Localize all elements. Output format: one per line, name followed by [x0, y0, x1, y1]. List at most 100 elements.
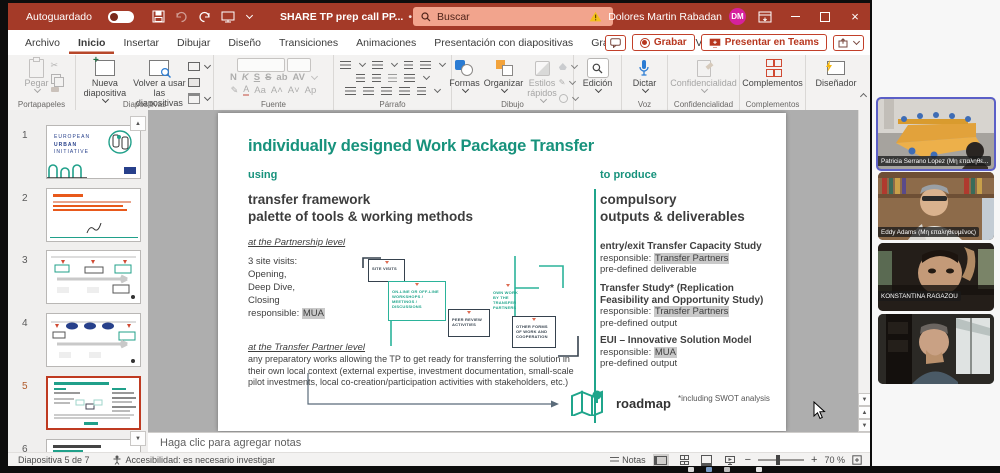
close-button[interactable]: × [840, 3, 870, 30]
cut-icon[interactable]: ✂ [51, 60, 61, 71]
accessibility-status[interactable]: Accesibilidad: es necesario investigar [126, 455, 276, 465]
right-subheading[interactable]: compulsory outputs & deliverables [600, 191, 745, 225]
indent-less-icon[interactable] [356, 74, 365, 82]
tab-inicio[interactable]: Inicio [69, 32, 114, 54]
taskbar-icon[interactable] [688, 467, 694, 472]
underline-button[interactable]: S [254, 71, 260, 84]
line-spacing-icon[interactable] [420, 61, 431, 69]
smartart-icon[interactable] [417, 87, 426, 95]
taskbar-icon[interactable] [756, 467, 762, 472]
slide-thumbnail-5[interactable] [46, 376, 141, 430]
slide-thumbnail-2[interactable] [46, 188, 141, 242]
shapes-button[interactable]: Formas [447, 58, 482, 92]
next-slide-button[interactable]: ▼ [858, 419, 870, 432]
shrink-font-button[interactable]: A˅ [288, 84, 300, 97]
redo-icon[interactable] [198, 11, 211, 23]
present-in-teams-button[interactable]: Presentar en Teams [701, 34, 827, 51]
participant-video-1[interactable]: Patricia Serrano Lopez (Μη επαληθε... [876, 97, 996, 171]
bullets-icon[interactable] [340, 61, 351, 69]
bold-button[interactable]: N [230, 71, 237, 84]
highlight-button[interactable]: ✎ [231, 85, 239, 96]
layout-button[interactable] [188, 60, 210, 73]
editing-button[interactable]: Edición [581, 58, 615, 92]
thumbs-scroll-down-button[interactable]: ▼ [130, 431, 146, 446]
tab-insertar[interactable]: Insertar [114, 32, 168, 54]
diagram-box-other-forms[interactable]: OTHER FORMS OF WORK AND COOPERATION [512, 316, 556, 348]
format-painter-icon[interactable] [51, 87, 59, 92]
diagram-box-site-visits[interactable]: SITE VISITS [368, 259, 405, 282]
using-heading[interactable]: using [248, 169, 277, 181]
font-name-combo[interactable] [237, 58, 285, 72]
tab-presentacion[interactable]: Presentación con diapositivas [425, 32, 582, 54]
paste-button[interactable]: Pegar [22, 58, 50, 92]
minimize-button[interactable] [780, 3, 810, 30]
record-button[interactable]: Grabar [632, 34, 695, 51]
fit-to-window-icon[interactable] [852, 455, 862, 465]
slide-thumbnail-1[interactable]: EUROPEAN URBAN INITIATIVE [46, 125, 141, 179]
change-case-button[interactable]: Aa [254, 84, 266, 97]
partnership-level-heading[interactable]: at the Partnership level [248, 237, 345, 248]
char-spacing-button[interactable]: AV [293, 71, 306, 84]
roadmap-label[interactable]: roadmap [616, 396, 671, 411]
numbering-icon[interactable] [372, 61, 383, 69]
left-subheading[interactable]: transfer framework palette of tools & wo… [248, 191, 473, 225]
taskbar-icon[interactable] [706, 467, 712, 472]
new-slide-button[interactable]: + Nueva diapositiva [79, 58, 131, 102]
deliverable-item-3[interactable]: EUI – Innovative Solution Model responsi… [600, 335, 775, 370]
zoom-slider-thumb[interactable] [776, 455, 780, 465]
account-avatar[interactable]: DM [729, 8, 746, 25]
search-box[interactable]: Buscar [413, 7, 613, 26]
slide-thumbnail-4[interactable] [46, 313, 141, 367]
notes-toggle-button[interactable]: Notas [610, 454, 646, 467]
grow-font-button[interactable]: A˄ [271, 84, 283, 97]
account-name[interactable]: Dolores Martin Rabadan [608, 11, 722, 23]
deliverable-item-1[interactable]: entry/exit Transfer Capacity Study respo… [600, 241, 775, 276]
collapse-ribbon-chevron-icon[interactable] [859, 89, 866, 107]
indent-more-icon[interactable] [404, 61, 413, 69]
zoom-slider[interactable] [758, 459, 804, 461]
shadow-button[interactable]: ab [276, 71, 287, 84]
editor-scrollbar[interactable]: ▼ ▲ ▼ [858, 110, 870, 432]
zoom-in-button[interactable]: + [811, 454, 817, 466]
zoom-level[interactable]: 70 % [824, 455, 845, 465]
align-right-icon[interactable] [381, 87, 392, 95]
align-left-icon[interactable] [345, 87, 356, 95]
comments-button[interactable] [605, 35, 626, 51]
diagram-box-own-work[interactable]: OWN WORK BY THE TRANSFER PARTNERS [490, 283, 526, 311]
start-presentation-icon[interactable] [221, 11, 235, 23]
addins-button[interactable]: Complementos [740, 58, 805, 89]
tab-transiciones[interactable]: Transiciones [270, 32, 347, 54]
italic-button[interactable]: K [242, 71, 249, 84]
slide-sorter-view-button[interactable] [676, 454, 692, 466]
clear-format-button[interactable]: Ap [305, 84, 317, 97]
diagram-box-peer-review[interactable]: PEER REVIEW ACTIVITIES [448, 309, 490, 337]
font-size-combo[interactable] [287, 58, 311, 72]
previous-slide-button[interactable]: ▲ [858, 406, 870, 419]
slide-canvas[interactable]: individually designed Work Package Trans… [218, 113, 786, 431]
slide-title[interactable]: individually designed Work Package Trans… [248, 137, 594, 156]
copy-icon[interactable] [51, 74, 61, 84]
thumbs-scroll-up-button[interactable]: ▲ [130, 116, 146, 131]
reading-view-button[interactable] [699, 454, 715, 466]
slide-thumbnail-3[interactable] [46, 250, 141, 304]
quick-styles-button[interactable]: Estilos rápidos [525, 58, 559, 102]
dictate-button[interactable]: Dictar [631, 58, 659, 92]
taskbar-icon[interactable] [724, 467, 730, 472]
font-color-button[interactable]: A [243, 85, 249, 96]
site-visits-text[interactable]: 3 site visits: Opening, Deep Dive, Closi… [248, 255, 325, 320]
save-icon[interactable] [152, 10, 165, 23]
undo-icon[interactable] [175, 11, 188, 23]
normal-view-button[interactable] [653, 454, 669, 466]
slide-thumbnail-6[interactable] [46, 439, 141, 452]
participant-video-4[interactable] [878, 314, 994, 384]
align-text-icon[interactable] [404, 74, 415, 82]
text-direction-icon[interactable] [388, 74, 397, 82]
restore-button[interactable] [810, 3, 840, 30]
columns-icon[interactable] [372, 74, 381, 82]
arrange-button[interactable]: Organizar [482, 58, 526, 92]
autosave-toggle[interactable] [108, 11, 134, 23]
participant-video-2[interactable]: Eddy Adams (Μη επαληθευμένος) [878, 172, 994, 240]
align-center-icon[interactable] [363, 87, 374, 95]
participant-video-3[interactable]: KONSTANTINA RAGAZOU [878, 243, 994, 311]
notes-pane[interactable]: Haga clic para agregar notas [148, 432, 870, 452]
